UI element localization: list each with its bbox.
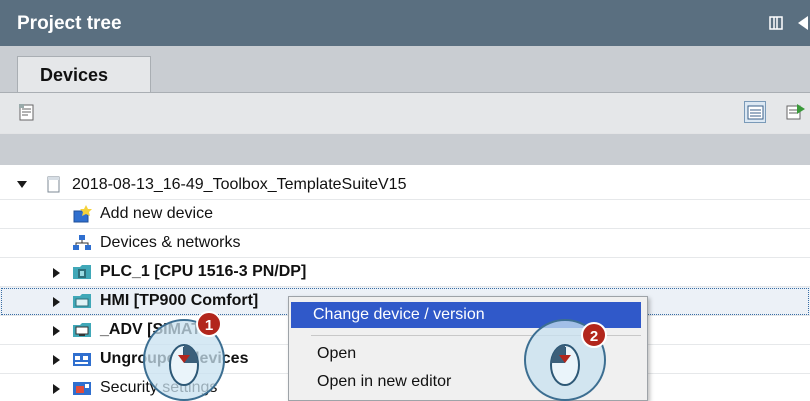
pc-icon [72, 321, 92, 339]
tree-row-add-new-device[interactable]: Add new device [0, 200, 810, 229]
tree-row-label: HMI [TP900 Comfort] [100, 292, 259, 309]
project-icon [44, 176, 64, 194]
overview-icon[interactable] [16, 102, 38, 124]
step-badge-2: 2 [581, 322, 607, 348]
tree-row-label: Add new device [100, 205, 213, 222]
tab-strip: Devices [0, 46, 810, 93]
tree-row-label: Devices & networks [100, 234, 241, 251]
tab-devices-label: Devices [40, 65, 109, 85]
pin-icon[interactable] [769, 16, 783, 30]
tree-row-plc[interactable]: PLC_1 [CPU 1516-3 PN/DP] [0, 258, 810, 287]
ungrouped-icon [72, 350, 92, 368]
collapse-left-icon[interactable] [796, 15, 810, 31]
add-device-icon [72, 205, 92, 223]
column-header-bar [0, 134, 810, 165]
hmi-icon [72, 292, 92, 310]
detail-view-icon[interactable] [744, 101, 766, 123]
menu-item-label: Open in new editor [317, 373, 452, 390]
export-icon[interactable] [784, 101, 806, 123]
expand-right-icon[interactable] [53, 326, 60, 336]
step-badge-1: 1 [196, 311, 222, 337]
expand-right-icon[interactable] [53, 297, 60, 307]
toolbar [0, 93, 810, 133]
tree-row-project[interactable]: 2018-08-13_16-49_Toolbox_TemplateSuiteV1… [0, 171, 810, 200]
expand-right-icon[interactable] [53, 268, 60, 278]
menu-item-label: Change device / version [313, 306, 485, 323]
security-icon [72, 379, 92, 397]
project-tree-header: Project tree [0, 0, 810, 46]
expand-right-icon[interactable] [53, 384, 60, 394]
expand-down-icon[interactable] [17, 181, 27, 188]
panel-title: Project tree [17, 13, 122, 34]
tree-row-label: PLC_1 [CPU 1516-3 PN/DP] [100, 263, 307, 280]
tree-row-label: 2018-08-13_16-49_Toolbox_TemplateSuiteV1… [72, 176, 407, 193]
network-icon [72, 234, 92, 252]
expand-right-icon[interactable] [53, 355, 60, 365]
menu-item-label: Open [317, 345, 357, 362]
plc-icon [72, 263, 92, 281]
tree-row-devices-networks[interactable]: Devices & networks [0, 229, 810, 258]
tab-devices[interactable]: Devices [17, 56, 151, 92]
